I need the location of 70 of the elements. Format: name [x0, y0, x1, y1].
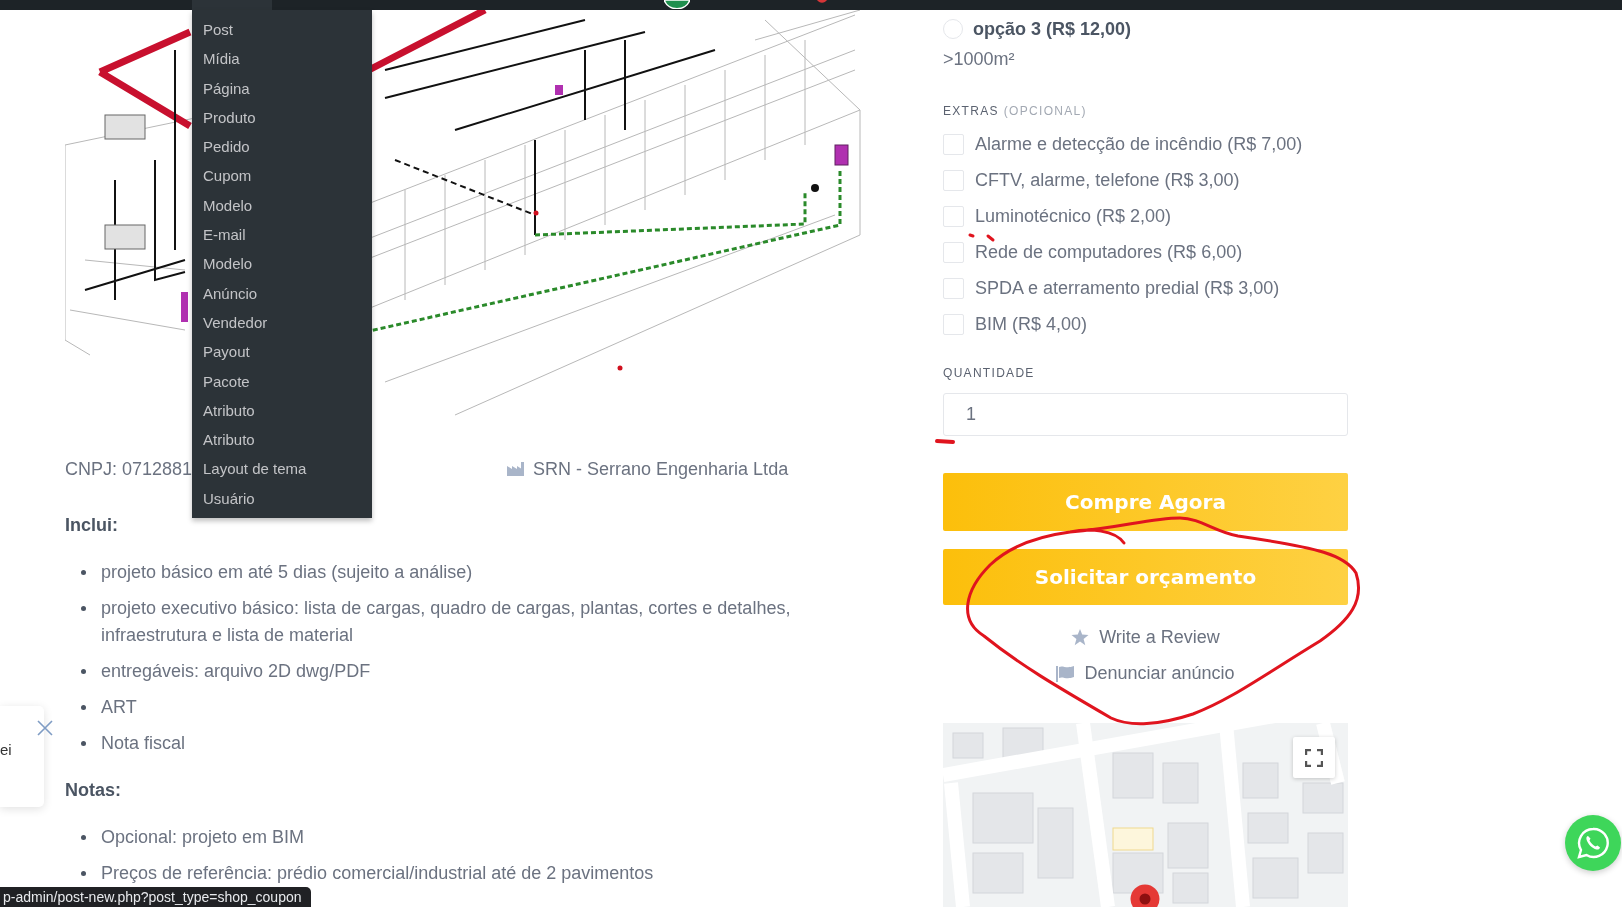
chat-button[interactable]: [1565, 815, 1621, 871]
menu-item[interactable]: Anúncio: [192, 278, 372, 308]
list-item-text: projeto básico em até 5 dias (sujeito a análise): [101, 561, 473, 584]
popup-text: ei: [0, 741, 12, 758]
menu-item[interactable]: Pacote: [192, 366, 372, 396]
optional-hint: (OPCIONAL): [1003, 104, 1087, 118]
quantity-label: QUANTIDADE: [943, 365, 1035, 381]
flag-icon: [1056, 664, 1075, 682]
checkbox[interactable]: [943, 133, 964, 155]
bullet-icon: [81, 606, 86, 611]
bullet-icon: [81, 871, 86, 876]
menu-item[interactable]: Vendedor: [192, 307, 372, 338]
cnpj-text: CNPJ: 0712881: [65, 458, 193, 480]
bullet-icon: [81, 705, 86, 710]
bullet-icon: [81, 669, 86, 674]
factory-icon: [507, 462, 524, 476]
extras-label: EXTRAS: [943, 104, 999, 118]
option-label: opção 3 (R$ 12,00): [973, 18, 1132, 40]
menu-item[interactable]: Página: [192, 73, 372, 103]
menu-item[interactable]: Post: [192, 15, 372, 45]
menu-item[interactable]: Atributo: [192, 395, 372, 426]
menu-parent-tab[interactable]: [192, 0, 272, 10]
checkbox-label: Alarme e detecção de incêndio (R$ 7,00): [975, 135, 1303, 153]
list-item-text: Preços de referência: prédio comercial/industrial até de 2 pavimentos: [101, 862, 654, 885]
bullet-icon: [81, 741, 86, 746]
checkbox[interactable]: [943, 169, 964, 191]
checkbox[interactable]: [943, 205, 964, 227]
fullscreen-icon: [1305, 748, 1323, 767]
close-icon[interactable]: [37, 720, 53, 736]
checkbox-label: CFTV, alarme, telefone (R$ 3,00): [975, 171, 1240, 189]
phone-bubble-icon: [1577, 827, 1609, 859]
checkbox[interactable]: [943, 241, 964, 263]
menu-item[interactable]: Produto: [192, 102, 372, 133]
bullet-icon: [81, 570, 86, 575]
checkbox-label: Luminotécnico (R$ 2,00): [975, 207, 1172, 225]
hand-drawn-mark: [986, 234, 995, 242]
status-url-tooltip: p-admin/post-new.php?post_type=shop_coupon: [0, 887, 311, 907]
hand-drawn-dash: [935, 439, 955, 444]
write-review-link[interactable]: Write a Review: [1071, 625, 1220, 649]
checkbox-label: Rede de computadores (R$ 6,00): [975, 243, 1243, 261]
report-listing-link[interactable]: Denunciar anúncio: [1056, 661, 1235, 685]
section-heading: Inclui:: [65, 514, 118, 537]
menu-item[interactable]: Payout: [192, 337, 372, 367]
menu-item[interactable]: Usuário: [192, 483, 372, 514]
quantity-input[interactable]: 1: [943, 393, 1348, 436]
menu-item[interactable]: Layout de tema: [192, 454, 372, 484]
menu-item[interactable]: Modelo: [192, 190, 372, 221]
checkbox-label: BIM (R$ 4,00): [975, 315, 1088, 333]
menu-item[interactable]: Mídia: [192, 44, 372, 74]
fullscreen-button[interactable]: [1293, 737, 1335, 778]
option-note: >1000m²: [943, 48, 1015, 71]
bullet-icon: [81, 835, 86, 840]
list-item-text: entregáveis: arquivo 2D dwg/PDF: [101, 660, 371, 683]
hand-drawn-mark: [968, 233, 975, 238]
menu-item[interactable]: E-mail: [192, 220, 372, 250]
menu-item[interactable]: Atributo: [192, 425, 372, 455]
checkbox[interactable]: [943, 313, 964, 335]
checkbox-label: SPDA e aterramento predial (R$ 3,00): [975, 279, 1280, 297]
seller-name: SRN - Serrano Engenharia Ltda: [533, 458, 789, 480]
list-item-text: Opcional: projeto em BIM: [101, 826, 305, 849]
list-item-text: Nota fiscal: [101, 732, 186, 755]
menu-item[interactable]: Modelo: [192, 249, 372, 279]
location-pin-icon: [1130, 884, 1160, 907]
section-heading: Notas:: [65, 779, 121, 802]
list-item-text: ART: [101, 696, 137, 719]
menu-item[interactable]: Cupom: [192, 161, 372, 191]
star-icon: [1071, 628, 1090, 646]
menu-item[interactable]: Pedido: [192, 132, 372, 162]
list-item-text: projeto executivo básico: lista de cargas, quadro de cargas, plantas, cortes e detalhes, infraestrutura e lista de material: [101, 597, 792, 647]
checkbox[interactable]: [943, 277, 964, 299]
